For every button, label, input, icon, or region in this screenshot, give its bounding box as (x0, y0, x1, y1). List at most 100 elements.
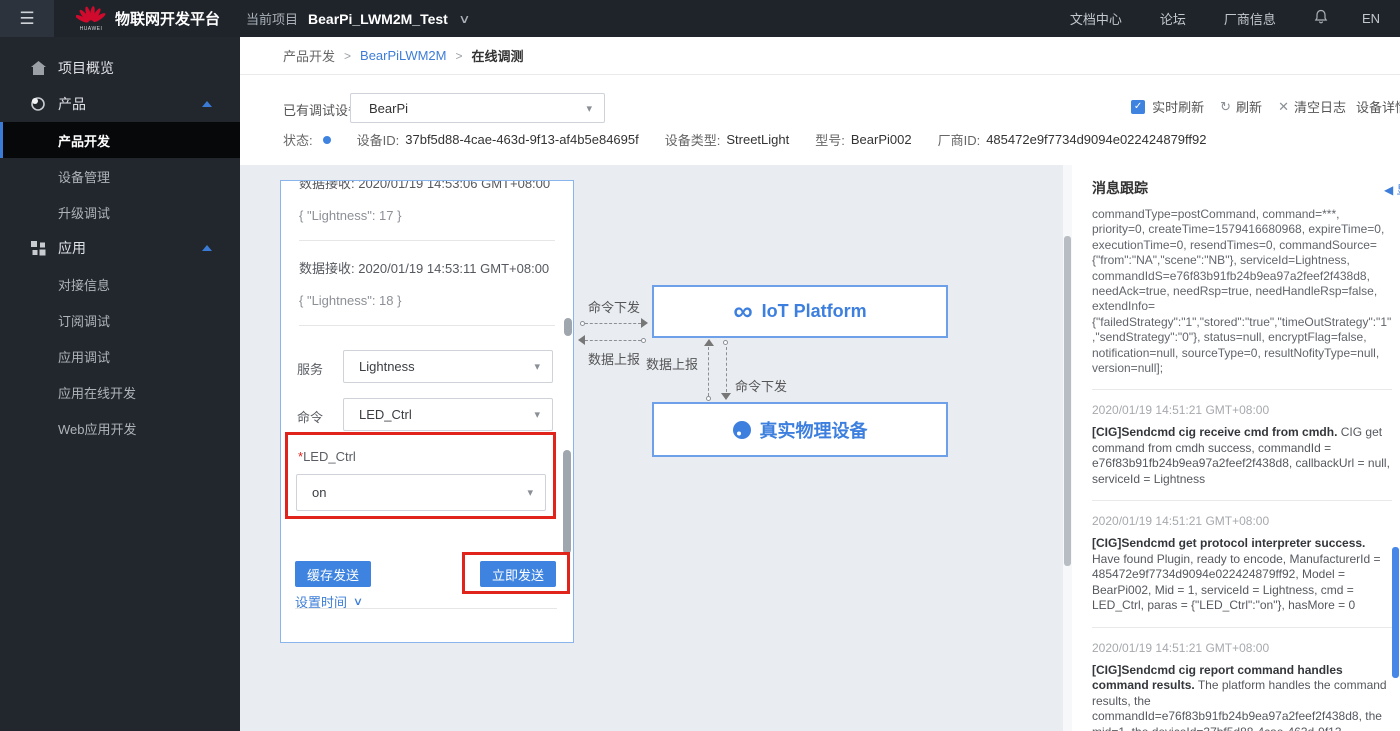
caret-down-icon: ▾ (527, 487, 533, 499)
scrollbar-thumb[interactable] (564, 318, 572, 336)
device-icon (732, 420, 751, 439)
arrow-down-head (721, 393, 731, 400)
sidebar-item-app-online-dev[interactable]: 应用在线开发 (0, 374, 240, 410)
trace-entry-time: 2020/01/19 14:51:21 GMT+08:00 (1092, 403, 1270, 418)
cmd-down-dashed-line (726, 347, 727, 392)
cache-send-button[interactable]: 缓存发送 (295, 561, 371, 587)
sidebar-item-product-development[interactable]: 产品开发 (0, 122, 240, 158)
forum-link[interactable]: 论坛 (1160, 9, 1186, 28)
caret-down-icon: ▾ (534, 409, 540, 421)
huawei-logo: HUAWEI (76, 5, 106, 32)
clear-log-label[interactable]: 清空日志 (1294, 97, 1346, 116)
scrollbar-thumb[interactable] (563, 450, 571, 554)
realtime-refresh-label: 实时刷新 (1152, 100, 1205, 115)
command-field-label: 命令 (297, 410, 324, 425)
divider (299, 325, 555, 326)
device-detail-link[interactable]: 设备详情 (1356, 97, 1400, 116)
param-value-select[interactable]: on ▾ (296, 474, 546, 511)
command-select[interactable]: LED_Ctrl ▾ (343, 398, 553, 431)
huawei-flower-icon (76, 6, 106, 23)
collapse-arrow-icon[interactable] (202, 245, 212, 251)
arrow-origin-dot (706, 396, 711, 401)
product-icon (30, 96, 46, 112)
current-project-label: 当前项目 (246, 12, 299, 27)
triangle-left-icon: ◀ (1384, 183, 1394, 197)
breadcrumb: 产品开发 > BearPiLWM2M > 在线调测 (240, 37, 1400, 75)
service-select[interactable]: Lightness ▾ (343, 350, 553, 383)
device-id-value: 37bf5d88-4cae-463d-9f13-af4b5e84695f (405, 132, 639, 147)
status-label: 状态: (283, 133, 313, 148)
arrow-up-head (704, 339, 714, 346)
realtime-refresh-checkbox[interactable]: ✓ (1131, 99, 1146, 114)
log-entry-time: 数据接收: 2020/01/19 14:53:06 GMT+08:00 (299, 180, 551, 191)
send-now-button[interactable]: 立即发送 (480, 561, 556, 587)
log-entry-payload: { "Lightness": 17 } (299, 208, 402, 223)
cmd-down-label-mid: 命令下发 (735, 379, 788, 394)
doc-center-link[interactable]: 文档中心 (1070, 9, 1122, 28)
sidebar-item-app-debug[interactable]: 应用调试 (0, 338, 240, 374)
scrollbar-thumb[interactable] (1064, 236, 1071, 566)
log-entry-payload: { "Lightness": 18 } (299, 293, 402, 308)
device-select[interactable]: BearPi ▾ (350, 93, 605, 123)
divider (295, 608, 557, 609)
data-up-dashed-line (708, 347, 709, 396)
divider (1092, 389, 1392, 391)
divider (1092, 500, 1392, 502)
cmd-down-label-left: 命令下发 (588, 300, 641, 315)
trace-entry-time: 2020/01/19 14:51:21 GMT+08:00 (1092, 514, 1270, 529)
sidebar-item-device-management[interactable]: 设备管理 (0, 158, 240, 194)
chevron-down-icon: ∨ (352, 596, 364, 608)
breadcrumb-product-development[interactable]: 产品开发 (283, 46, 335, 65)
data-up-label-left: 数据上报 (588, 352, 641, 367)
status-online-dot (322, 135, 331, 144)
infinity-icon: ∞ (733, 296, 753, 326)
trace-collapse-toggle[interactable]: ◀ 显示 (1384, 181, 1400, 198)
vendor-info-link[interactable]: 厂商信息 (1224, 9, 1276, 28)
device-type-value: StreetLight (726, 132, 790, 147)
trace-entry-time: 2020/01/19 14:51:21 GMT+08:00 (1092, 640, 1270, 655)
home-icon (30, 61, 46, 75)
divider (299, 240, 555, 241)
trace-panel-title: 消息跟踪 (1092, 180, 1148, 196)
breadcrumb-product-name[interactable]: BearPiLWM2M (360, 48, 446, 63)
iot-platform-box: ∞ IoT Platform (652, 285, 948, 338)
sidebar-item-upgrade-debug[interactable]: 升级调试 (0, 194, 240, 230)
param-field-label: *LED_Ctrl (298, 449, 356, 464)
status-bar: 状态: 设备ID: 37bf5d88-4cae-463d-9f13-af4b5e… (283, 132, 1207, 148)
refresh-icon[interactable]: ↻ (1220, 99, 1231, 115)
platform-title: 物联网开发平台 (115, 11, 221, 28)
device-info-section: 已有调试设备: BearPi ▾ ✓ 实时刷新 ↻ 刷新 ✕ 清空日志 设备详情… (240, 75, 1400, 165)
top-bar: ☰ HUAWEI 物联网开发平台 当前项目 BearPi_LWM2M_Test … (0, 0, 1400, 37)
data-up-arrow (578, 335, 646, 345)
sidebar-item-application[interactable]: 应用 (0, 230, 240, 266)
notification-bell-icon[interactable] (1314, 9, 1328, 29)
sidebar-item-product[interactable]: 产品 (0, 86, 240, 122)
huawei-logo-text: HUAWEI (79, 26, 103, 32)
sidebar-item-web-app-dev[interactable]: Web应用开发 (0, 410, 240, 446)
clear-log-icon[interactable]: ✕ (1278, 99, 1289, 115)
project-chevron-down-icon[interactable]: ∨ (458, 12, 470, 26)
physical-device-box: 真实物理设备 (652, 402, 948, 457)
caret-down-icon: ▾ (534, 361, 540, 373)
trace-entry-body: [CIG]Sendcmd get protocol interpreter su… (1092, 536, 1381, 613)
trace-entry-body: [CIG]Sendcmd cig receive cmd from cmdh. … (1092, 425, 1390, 486)
collapse-arrow-icon[interactable] (202, 101, 212, 107)
language-toggle[interactable]: EN (1362, 11, 1380, 26)
received-data-log-list: 数据接收: 2020/01/19 14:53:06 GMT+08:00 { "L… (281, 180, 573, 326)
scrollbar-thumb[interactable] (1392, 547, 1399, 678)
sidebar-item-connect-info[interactable]: 对接信息 (0, 266, 240, 302)
divider (1092, 626, 1392, 628)
log-entry-time: 数据接收: 2020/01/19 14:53:11 GMT+08:00 (299, 261, 550, 276)
current-project-name[interactable]: BearPi_LWM2M_Test (308, 11, 448, 27)
app-grid-icon (30, 240, 46, 256)
data-up-label-mid: 数据上报 (646, 357, 699, 372)
cmd-down-arrow (580, 318, 648, 328)
caret-down-icon: ▾ (586, 102, 592, 115)
sidebar-item-subscribe-debug[interactable]: 订阅调试 (0, 302, 240, 338)
refresh-label[interactable]: 刷新 (1236, 97, 1262, 116)
sidebar-item-project-overview[interactable]: 项目概览 (0, 50, 240, 86)
hamburger-menu-icon[interactable]: ☰ (0, 0, 54, 37)
arrow-origin-dot (723, 340, 728, 345)
trace-raw-message: commandType=postCommand, command=***, pr… (1092, 207, 1392, 376)
message-trace-panel: 消息跟踪 commandType=postCommand, command=**… (1072, 165, 1400, 731)
